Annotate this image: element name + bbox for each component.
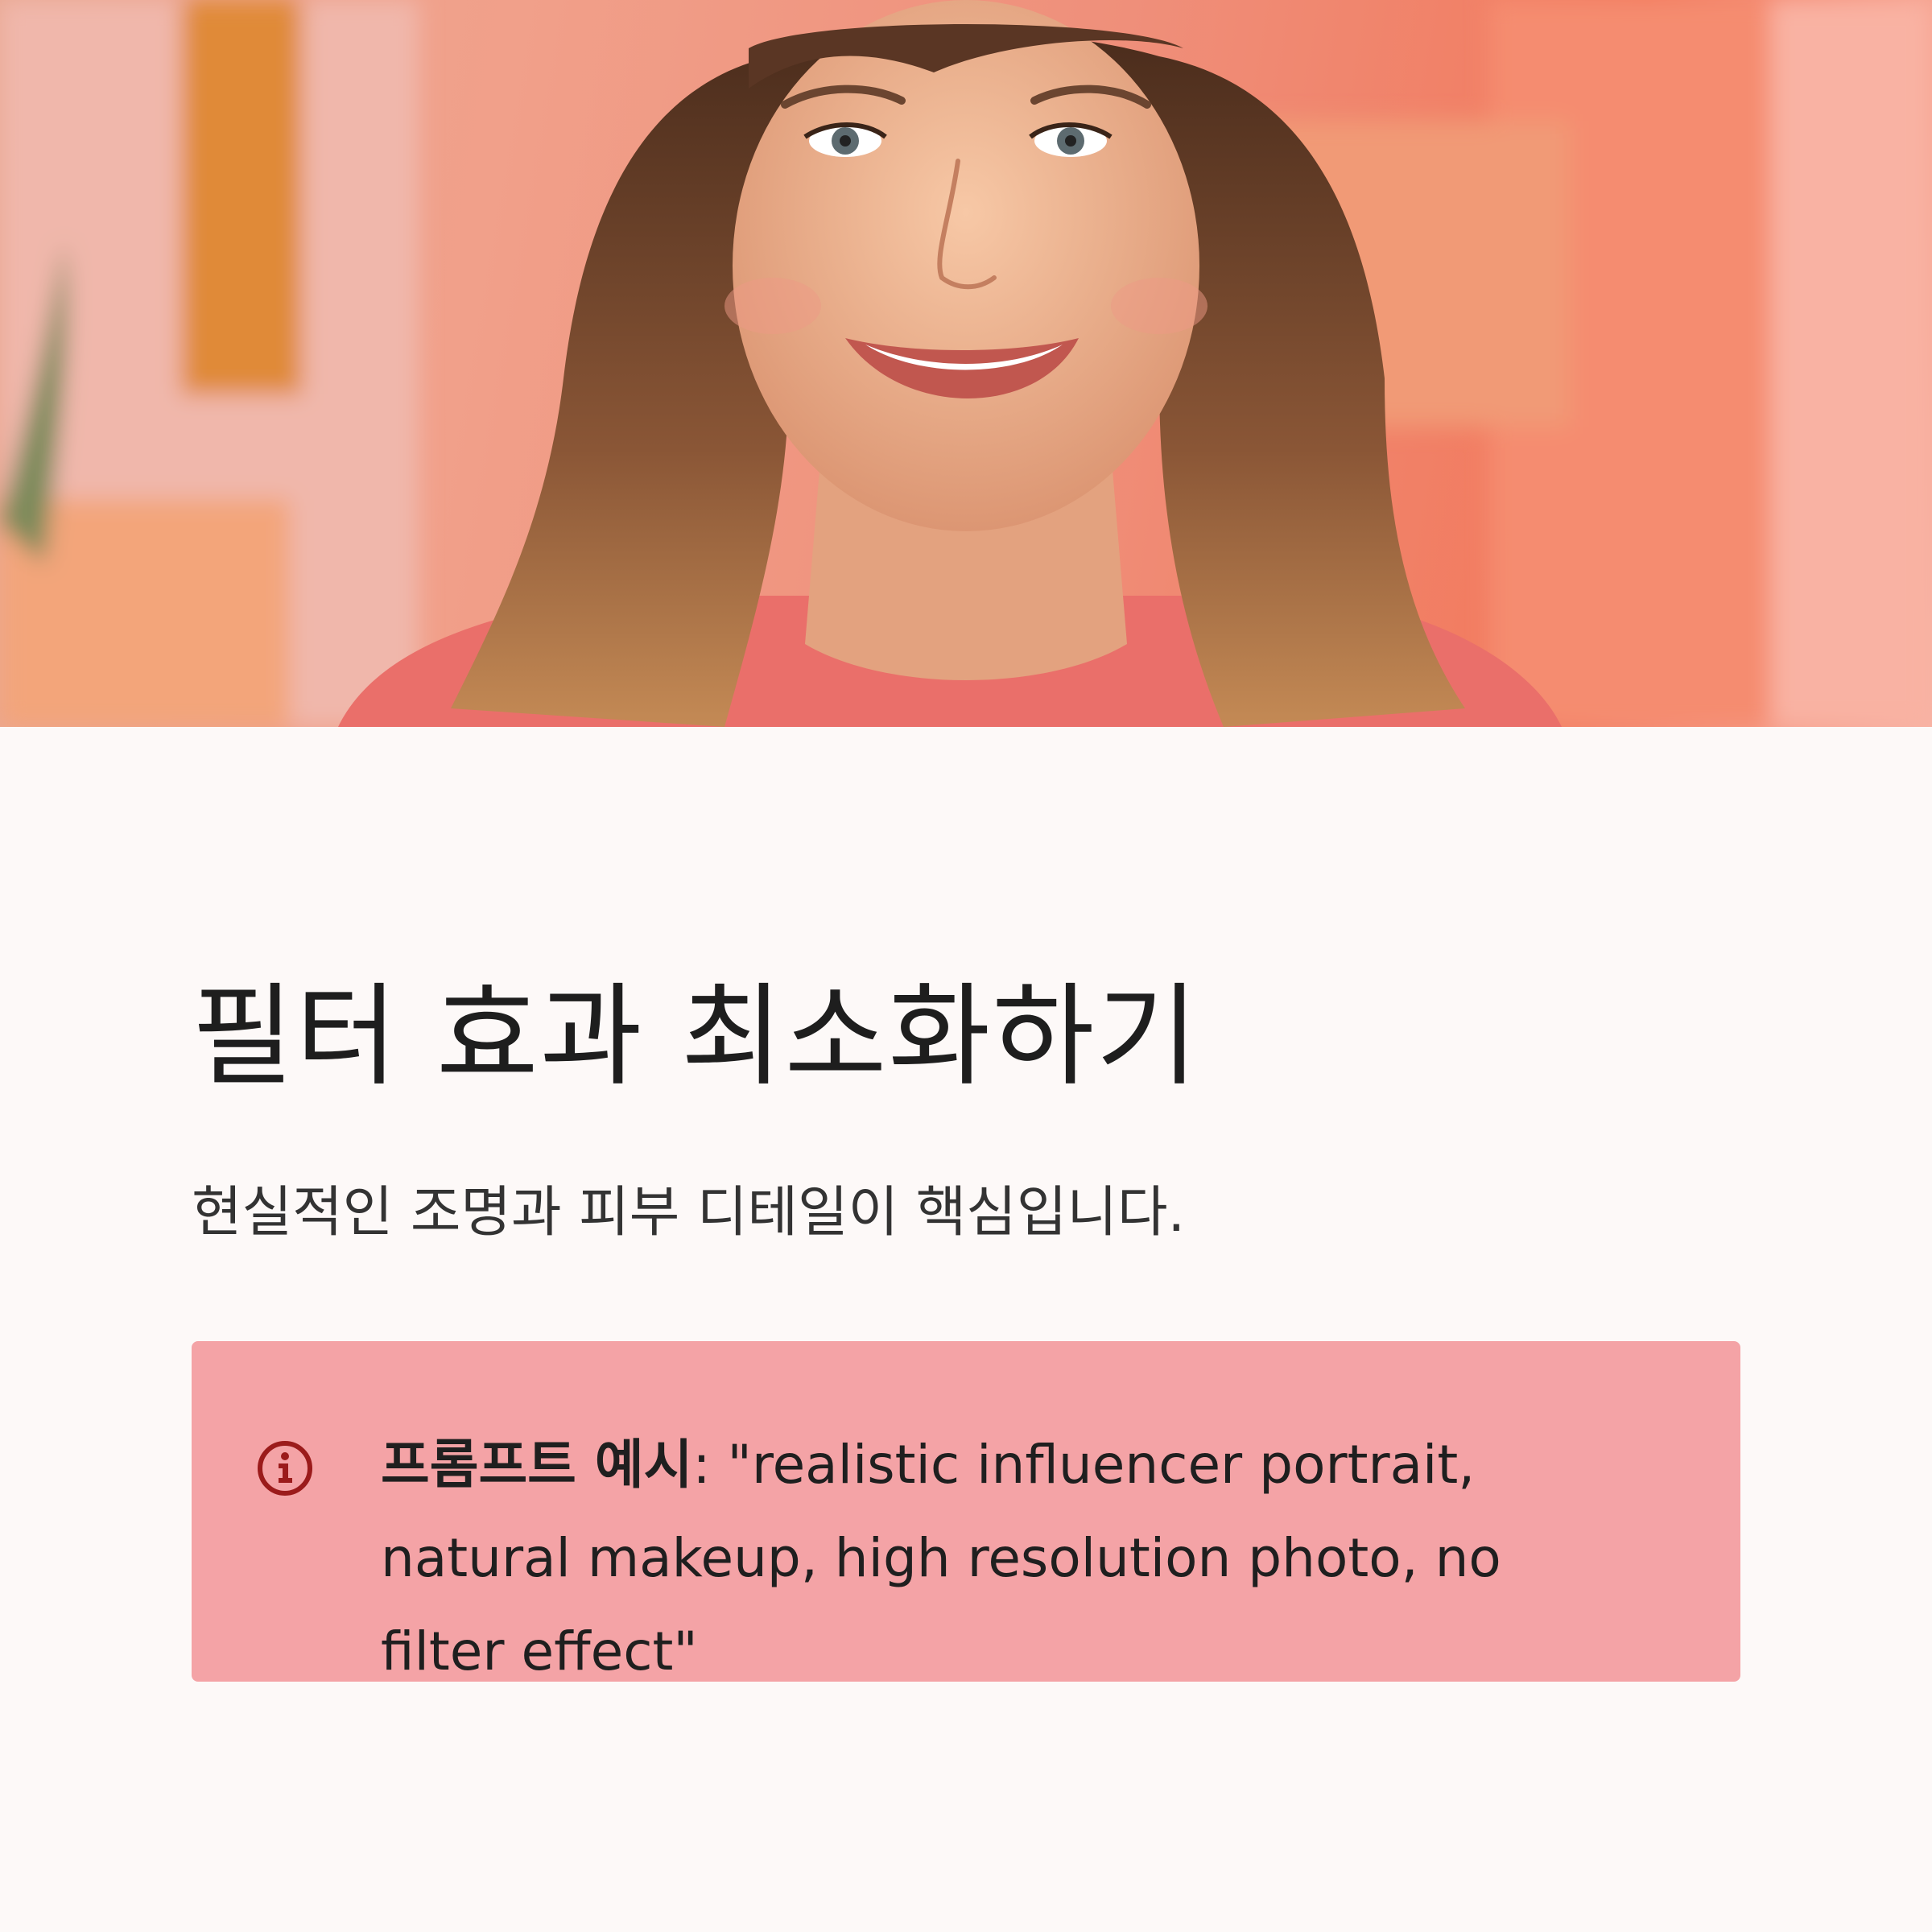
prompt-example-callout: 프롬프트 예시: "realistic influencer portrait,… [192,1341,1740,1682]
page-subtitle: 현실적인 조명과 피부 디테일이 핵심입니다. [192,1181,1186,1245]
callout-label: 프롬프트 예시 [381,1434,693,1496]
hero-image [0,0,1932,727]
callout-separator: : [692,1434,728,1496]
hero-illustration [0,0,1932,727]
page-title: 필터 효과 최소화하기 [192,972,1200,1101]
face [733,0,1199,531]
info-circle-icon [256,1439,314,1497]
callout-text: 프롬프트 예시: "realistic influencer portrait,… [381,1418,1637,1699]
